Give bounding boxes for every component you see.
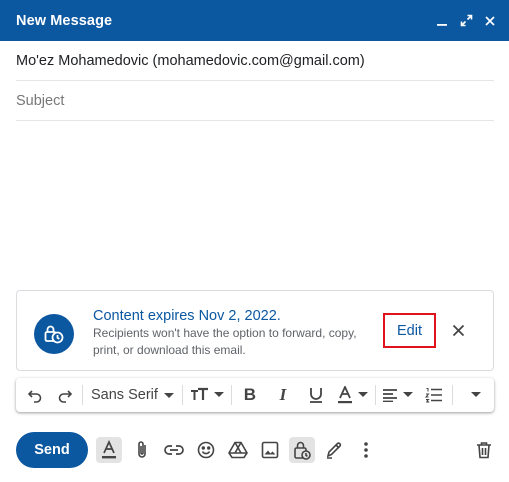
compose-titlebar[interactable]: New Message [0,0,509,41]
text-size-icon[interactable] [187,382,227,408]
toolbar-divider [82,385,83,405]
text-color-icon[interactable] [335,382,371,408]
signature-icon[interactable] [321,437,347,463]
photo-icon[interactable] [257,437,283,463]
subject-input[interactable] [16,92,494,109]
close-icon[interactable] [481,12,499,30]
align-icon[interactable] [380,382,416,408]
message-body[interactable] [16,122,494,282]
toolbar-divider [374,385,376,405]
compose-bottom-toolbar: Send [16,432,494,468]
subject-field[interactable] [16,81,494,121]
more-options-icon[interactable] [353,437,379,463]
toolbar-divider [181,385,183,405]
toolbar-divider [451,385,453,405]
banner-description: Recipients won't have the option to forw… [93,326,357,357]
close-banner-icon[interactable] [447,319,469,341]
underline-icon[interactable] [302,382,330,408]
minimize-icon[interactable] [433,12,451,30]
emoji-icon[interactable] [193,437,219,463]
formatting-toolbar: Sans Serif B I [16,378,494,412]
undo-icon[interactable] [22,382,48,408]
more-formatting-icon[interactable] [463,382,489,408]
banner-headline: Content expires Nov 2, 2022. [93,308,281,324]
font-select[interactable]: Sans Serif [87,382,178,408]
confidential-mode-banner: Content expires Nov 2, 2022. Recipients … [16,290,494,371]
window-controls [433,0,499,41]
italic-icon[interactable]: I [269,382,297,408]
numbered-list-icon[interactable] [420,382,448,408]
compose-window: New Message Mo'ez Mohamedovic (mohamedov… [0,0,509,482]
recipients-field[interactable]: Mo'ez Mohamedovic (mohamedovic.com@gmail… [16,41,494,81]
chevron-down-icon [163,387,174,403]
bold-icon[interactable]: B [236,382,264,408]
compose-title: New Message [16,12,113,29]
expand-icon[interactable] [457,12,475,30]
attach-icon[interactable] [129,437,155,463]
drive-icon[interactable] [225,437,251,463]
link-icon[interactable] [161,437,187,463]
font-select-value: Sans Serif [91,387,158,403]
edit-button[interactable]: Edit [383,313,436,348]
discard-icon[interactable] [471,437,497,463]
send-button[interactable]: Send [16,432,88,468]
redo-icon[interactable] [52,382,78,408]
confidential-mode-icon[interactable] [289,437,315,463]
formatting-options-icon[interactable] [96,437,122,463]
toolbar-divider [230,385,232,405]
clock-lock-icon [34,314,74,354]
recipient-chip[interactable]: Mo'ez Mohamedovic (mohamedovic.com@gmail… [16,53,365,69]
